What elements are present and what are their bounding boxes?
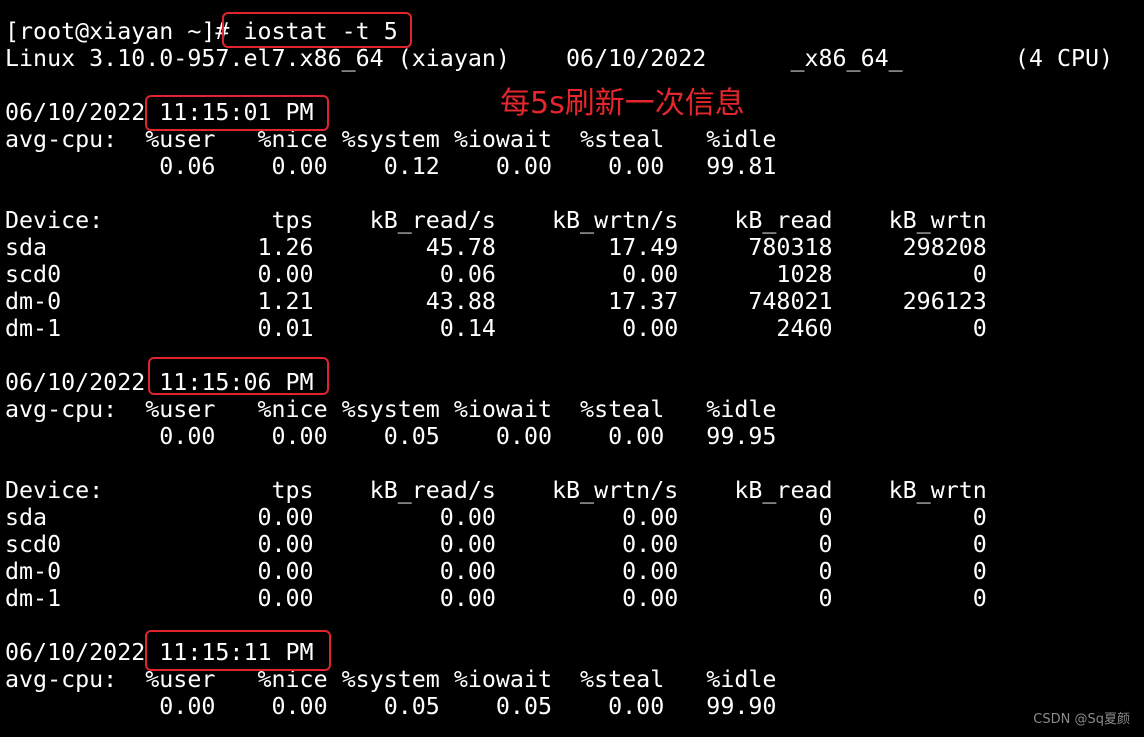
timestamp-highlight-box bbox=[145, 95, 329, 131]
terminal-line-device-row: scd0 0.00 0.00 0.00 0 0 bbox=[5, 531, 987, 558]
terminal-window[interactable]: [root@xiayan ~]# iostat -t 5 Linux 3.10.… bbox=[0, 0, 1144, 737]
terminal-line-cpu-values: 0.00 0.00 0.05 0.00 0.00 99.95 bbox=[5, 423, 777, 450]
terminal-line-cpu-values: 0.06 0.00 0.12 0.00 0.00 99.81 bbox=[5, 153, 777, 180]
terminal-line-device-header: Device: tps kB_read/s kB_wrtn/s kB_read … bbox=[5, 207, 987, 234]
terminal-line-device-header: Device: tps kB_read/s kB_wrtn/s kB_read … bbox=[5, 477, 987, 504]
timestamp-highlight-box bbox=[145, 630, 331, 671]
command-highlight-box bbox=[222, 12, 412, 48]
refresh-annotation: 每5s刷新一次信息 bbox=[500, 86, 745, 121]
terminal-line-system-info: Linux 3.10.0-957.el7.x86_64 (xiayan) 06/… bbox=[5, 45, 1114, 72]
terminal-line-device-row: dm-0 1.21 43.88 17.37 748021 296123 bbox=[5, 288, 987, 315]
terminal-line-device-row: sda 1.26 45.78 17.49 780318 298208 bbox=[5, 234, 987, 261]
terminal-line-device-row: dm-0 0.00 0.00 0.00 0 0 bbox=[5, 558, 987, 585]
terminal-line-cpu-header: avg-cpu: %user %nice %system %iowait %st… bbox=[5, 666, 777, 693]
csdn-watermark: CSDN @Sq夏颜 bbox=[1033, 712, 1130, 727]
timestamp-highlight-box bbox=[148, 357, 329, 395]
terminal-line-cpu-values: 0.00 0.00 0.05 0.05 0.00 99.90 bbox=[5, 693, 777, 720]
terminal-line-device-row: sda 0.00 0.00 0.00 0 0 bbox=[5, 504, 987, 531]
terminal-line-cpu-header: avg-cpu: %user %nice %system %iowait %st… bbox=[5, 396, 777, 423]
terminal-line-device-row: dm-1 0.00 0.00 0.00 0 0 bbox=[5, 585, 987, 612]
terminal-line-device-row: dm-1 0.01 0.14 0.00 2460 0 bbox=[5, 315, 987, 342]
terminal-line-cpu-header: avg-cpu: %user %nice %system %iowait %st… bbox=[5, 126, 777, 153]
terminal-line-device-row: scd0 0.00 0.06 0.00 1028 0 bbox=[5, 261, 987, 288]
